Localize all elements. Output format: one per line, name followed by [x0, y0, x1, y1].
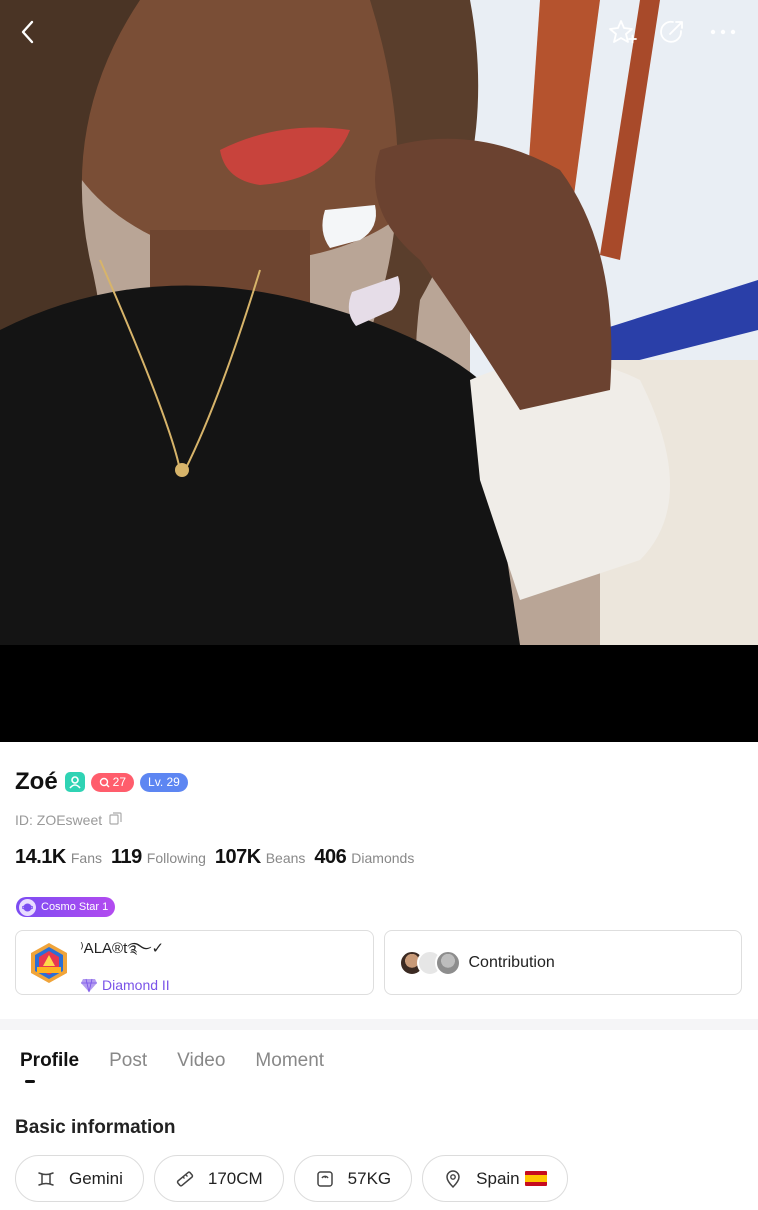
chevron-left-icon	[21, 20, 34, 44]
profile-stats: 14.1K Fans 119 Following 107K Beans 406 …	[15, 846, 423, 869]
contribution-label: Contribution	[468, 953, 555, 971]
star-plus-icon	[609, 20, 637, 44]
cosmo-star-label: Cosmo Star 1	[41, 901, 109, 913]
height-value: 170CM	[207, 1168, 263, 1188]
country-chip: Spain	[422, 1155, 568, 1202]
section-divider	[0, 1019, 758, 1030]
following-count[interactable]: 119	[111, 846, 142, 869]
verified-user-icon	[69, 776, 81, 789]
weight-value: 57KG	[347, 1168, 392, 1188]
following-label[interactable]: Following	[147, 850, 206, 866]
verified-badge[interactable]	[64, 772, 85, 792]
fan-level-value: 27	[112, 775, 127, 789]
agency-rank-label: Diamond II	[102, 977, 170, 993]
ruler-icon	[175, 1169, 195, 1189]
fan-club-icon	[99, 777, 110, 787]
weight-chip: 57KG	[293, 1155, 413, 1202]
agency-rank: Diamond II	[80, 977, 170, 993]
scale-icon	[315, 1169, 335, 1189]
contributor-avatar	[434, 949, 461, 976]
photo-letterbox	[0, 645, 758, 742]
diamonds-label: Diamonds	[351, 850, 415, 866]
more-button[interactable]	[705, 14, 741, 50]
fan-level-pill[interactable]: 27	[90, 772, 135, 792]
favorite-button[interactable]	[604, 14, 640, 50]
spain-flag-icon	[524, 1171, 547, 1186]
diamonds-count: 406	[314, 846, 347, 868]
active-tab-indicator	[25, 1080, 35, 1083]
photo-illustration	[0, 0, 758, 645]
tab-post[interactable]: Post	[109, 1050, 147, 1072]
info-cards: ⁾ALA®t࿐✓ Diamond II Contribution	[15, 930, 742, 995]
tab-moment[interactable]: Moment	[255, 1050, 324, 1072]
agency-name: ⁾ALA®t࿐✓	[80, 940, 165, 957]
fans-count[interactable]: 14.1K	[15, 846, 66, 869]
user-id: ID: ZOEsweet	[15, 812, 103, 828]
back-button[interactable]	[10, 14, 46, 50]
contribution-card[interactable]: Contribution	[383, 930, 742, 995]
agency-card[interactable]: ⁾ALA®t࿐✓ Diamond II	[15, 930, 374, 995]
country-value: Spain	[476, 1168, 520, 1188]
share-button[interactable]	[654, 14, 690, 50]
tab-profile[interactable]: Profile	[20, 1050, 79, 1072]
profile-name-row: Zoé 27 Lv. 29	[15, 766, 194, 798]
beans-count: 107K	[214, 846, 261, 868]
more-dots-icon	[710, 29, 736, 35]
profile-photo[interactable]	[0, 0, 758, 645]
height-chip: 170CM	[153, 1155, 284, 1202]
top-contributors	[398, 949, 461, 976]
zodiac-chip: Gemini	[15, 1155, 144, 1202]
user-id-row: ID: ZOEsweet	[15, 812, 122, 828]
location-pin-icon	[443, 1169, 463, 1189]
zodiac-icon	[36, 1169, 56, 1189]
cosmo-star-icon	[19, 898, 36, 916]
user-level-pill[interactable]: Lv. 29	[140, 772, 188, 792]
basic-info-chips: Gemini 170CM 57KG Spain	[15, 1155, 568, 1202]
fans-label[interactable]: Fans	[71, 850, 102, 866]
agency-logo-icon	[31, 942, 67, 983]
basic-info-title: Basic information	[15, 1117, 176, 1138]
share-icon	[660, 20, 683, 43]
beans-label: Beans	[265, 850, 306, 866]
cosmo-star-badge[interactable]: Cosmo Star 1	[16, 897, 116, 917]
copy-icon	[109, 812, 122, 825]
profile-name: Zoé	[15, 768, 58, 795]
profile-tabs: Profile Post Video Moment	[20, 1050, 324, 1072]
copy-id-button[interactable]	[109, 812, 122, 828]
diamond-rank-icon	[81, 978, 97, 993]
zodiac-value: Gemini	[69, 1168, 123, 1188]
tab-video[interactable]: Video	[177, 1050, 225, 1072]
